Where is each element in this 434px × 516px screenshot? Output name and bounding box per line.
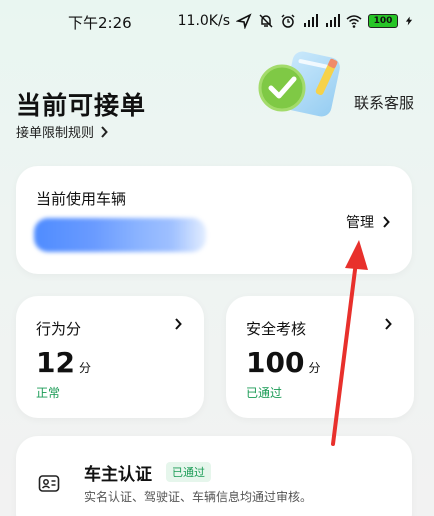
manage-vehicle-link[interactable]: 管理 xyxy=(346,212,390,232)
order-limit-rules-link[interactable]: 接单限制规则 xyxy=(16,122,108,141)
battery-icon: 100 xyxy=(368,14,398,28)
safety-score-number: 100 xyxy=(246,346,305,379)
location-icon xyxy=(236,13,252,29)
owner-certification-badge: 已通过 xyxy=(166,462,211,482)
chevron-right-icon xyxy=(383,216,390,228)
behavior-score-card[interactable]: 行为分 12 分 正常 xyxy=(16,296,204,418)
chevron-right-icon xyxy=(101,125,108,138)
safety-assessment-status: 已通过 xyxy=(246,386,283,400)
owner-certification-title: 车主认证 xyxy=(84,465,152,485)
mute-icon xyxy=(259,14,273,28)
safety-score-unit: 分 xyxy=(308,361,321,375)
signal-icon xyxy=(304,14,318,27)
behavior-score-status: 正常 xyxy=(36,386,61,400)
behavior-score-title: 行为分 xyxy=(36,320,82,338)
contact-support-link[interactable]: 联系客服 xyxy=(354,92,414,113)
status-bar: 下午2:26 11.0K/s 100 xyxy=(0,0,434,44)
alarm-icon xyxy=(281,14,295,28)
approved-checkmark-illustration-icon xyxy=(258,51,340,117)
manage-label: 管理 xyxy=(346,215,374,231)
net-speed: 11.0K/s xyxy=(177,13,230,29)
current-vehicle-card: 当前使用车辆 管理 xyxy=(16,166,412,274)
owner-certification-card[interactable]: 车主认证 已通过 实名认证、驾驶证、车辆信息均通过审核。 xyxy=(16,436,412,516)
page-title: 当前可接单 xyxy=(16,91,147,120)
vehicle-card-title: 当前使用车辆 xyxy=(36,190,127,208)
safety-assessment-card[interactable]: 安全考核 100 分 已通过 xyxy=(226,296,414,418)
rules-link-label: 接单限制规则 xyxy=(16,126,95,141)
behavior-score-value: 12 分 xyxy=(36,346,91,379)
status-icons: 11.0K/s 100 xyxy=(178,10,414,32)
signal-icon-2 xyxy=(326,14,340,27)
safety-assessment-title: 安全考核 xyxy=(246,320,307,338)
chevron-right-icon xyxy=(175,318,182,330)
id-card-icon xyxy=(38,475,60,492)
safety-assessment-value: 100 分 xyxy=(246,346,320,379)
wifi-icon xyxy=(346,15,362,28)
behavior-score-unit: 分 xyxy=(78,361,91,375)
status-time: 下午2:26 xyxy=(68,14,132,32)
owner-certification-description: 实名认证、驾驶证、车辆信息均通过审核。 xyxy=(84,490,313,504)
redacted-license-plate xyxy=(34,218,206,252)
chevron-right-icon xyxy=(385,318,392,330)
behavior-score-number: 12 xyxy=(36,346,75,379)
charging-icon xyxy=(405,16,413,26)
